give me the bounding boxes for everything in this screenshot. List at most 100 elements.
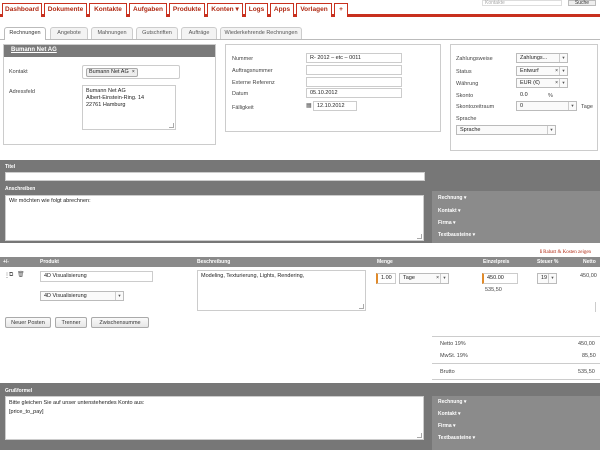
status-label: Status (456, 69, 472, 75)
tab-angebote[interactable]: Angebote (50, 27, 88, 39)
beschreibung-text: Modeling, Texturierung, Lights, Renderin… (201, 273, 305, 279)
produkt-select-value: 4D Visualisierung (44, 293, 87, 299)
menge-input[interactable]: 1.00 (376, 273, 396, 284)
contact-field[interactable]: Bumann Net AG × (82, 65, 180, 79)
nav-vorlagen[interactable]: Vorlagen (296, 3, 332, 17)
einheit-value: Tage (403, 275, 415, 281)
side-link-rechnung-2[interactable]: Rechnung ▾ (438, 399, 466, 405)
einzelpreis-input[interactable]: 450.00 (482, 273, 518, 284)
zahlungsweise-label: Zahlungsweise (456, 56, 493, 62)
produkt-input[interactable]: 4D Visualisierung (40, 271, 153, 282)
skonto-unit: % (548, 93, 553, 99)
brutto-total-label: Brutto (440, 369, 455, 375)
col-einzelpreis: Einzelpreis (483, 259, 510, 265)
resize-handle[interactable] (417, 234, 422, 239)
nav-dashboard[interactable]: Dashboard (2, 3, 42, 17)
resize-handle[interactable] (359, 304, 364, 309)
tab-gutschriften[interactable]: Gutschriften (136, 27, 178, 39)
nav-produkte[interactable]: Produkte (169, 3, 205, 17)
trash-icon[interactable]: 🗑 (17, 272, 25, 278)
sprache-value: Sprache (460, 127, 481, 133)
side-link-kontakt[interactable]: Kontakt ▾ (438, 208, 461, 214)
address-textarea[interactable]: Bumann Net AG Albert-Einstein-Ring. 14 2… (82, 85, 176, 130)
tab-mahnungen[interactable]: Mahnungen (91, 27, 133, 39)
top-nav: Dashboard Dokumente Kontakte Aufgaben Pr… (0, 0, 600, 19)
chevron-down-icon: ▼ (548, 274, 556, 283)
brutto-price: 535,50 (485, 287, 502, 293)
anschreiben-textarea[interactable]: Wir möchten wie folgt abrechnen: (5, 195, 424, 241)
address-label: Adressfeld (9, 89, 35, 95)
nav-apps[interactable]: Apps (270, 3, 294, 17)
skonto-input[interactable]: 0.0 (516, 90, 544, 100)
nav-logs[interactable]: Logs (245, 3, 268, 17)
copy-icon[interactable]: ⧉ (9, 272, 13, 278)
side-link-textbausteine-2[interactable]: Textbausteine ▾ (438, 435, 475, 441)
payment-panel: Zahlungsweise Zahlungs... ▼ Status Entwur… (450, 44, 598, 151)
skontozeitraum-value: 0 (520, 103, 524, 109)
contact-label: Kontakt (9, 69, 28, 75)
tab-auftraege[interactable]: Aufträge (181, 27, 217, 39)
nav-kontakte[interactable]: Kontakte (89, 3, 127, 17)
chevron-down-icon: ▼ (559, 54, 567, 62)
produkt-select[interactable]: 4D Visualisierung ▼ (40, 291, 124, 301)
chevron-down-icon: ▼ (568, 102, 576, 110)
tab-wiederkehrende[interactable]: Wiederkehrende Rechnungen (220, 27, 302, 39)
address-line-1: Bumann Net AG (86, 88, 126, 94)
auftragsnummer-label: Auftragsnummer (232, 68, 273, 74)
side-link-firma-2[interactable]: Firma ▾ (438, 423, 456, 429)
waehrung-label: Währung (456, 81, 479, 87)
neuer-posten-button[interactable]: Neuer Posten (5, 317, 51, 328)
status-select[interactable]: Entwurf × ▼ (516, 66, 568, 76)
side-link-textbausteine[interactable]: Textbausteine ▾ (438, 232, 475, 238)
titel-input[interactable] (5, 172, 425, 181)
clear-icon[interactable]: × (436, 274, 439, 282)
mwst-value: 85,50 (582, 353, 596, 359)
steuer-select[interactable]: 19 ▼ (537, 273, 557, 284)
nummer-input[interactable]: R- 2012 – etc – 0011 (306, 53, 402, 63)
zahlungsweise-select[interactable]: Zahlungs... ▼ (516, 53, 568, 63)
nav-dokumente[interactable]: Dokumente (44, 3, 87, 17)
faelligkeit-label: Fälligkeit (232, 105, 254, 111)
faelligkeit-input[interactable]: 12.10.2012 (313, 101, 357, 111)
clear-icon[interactable]: × (555, 67, 558, 75)
contact-title[interactable]: Bumann Net AG (11, 47, 57, 53)
side-link-rechnung[interactable]: Rechnung ▾ (438, 195, 466, 201)
clear-icon[interactable]: × (555, 79, 558, 87)
grussformel-line-2: [price_to_pay] (9, 409, 44, 415)
col-steuer: Steuer % (537, 259, 559, 265)
nav-add[interactable]: + (334, 3, 348, 17)
sprache-select[interactable]: Sprache ▼ (456, 125, 556, 135)
side-link-kontakt-2[interactable]: Kontakt ▾ (438, 411, 461, 417)
remove-token-icon[interactable]: × (132, 69, 135, 76)
calendar-icon[interactable]: ▦ (306, 103, 312, 109)
waehrung-select[interactable]: EUR (€) × ▼ (516, 78, 568, 88)
auftragsnummer-input[interactable] (306, 65, 402, 75)
skonto-label: Skonto (456, 93, 474, 99)
search-input[interactable]: Kontakte (482, 0, 562, 6)
sprache-label: Sprache (456, 116, 477, 122)
col-beschreibung: Beschreibung (197, 259, 231, 265)
trenner-button[interactable]: Trenner (55, 317, 87, 328)
side-link-firma[interactable]: Firma ▾ (438, 220, 456, 226)
datum-input[interactable]: 05.10.2012 (306, 88, 402, 98)
resize-handle[interactable] (169, 123, 174, 128)
rabatt-link[interactable]: ℹ Rabatt & Kosten zeigen (540, 249, 591, 255)
col-menge: Menge (377, 259, 393, 265)
beschreibung-textarea[interactable]: Modeling, Texturierung, Lights, Renderin… (197, 270, 366, 311)
datum-label: Datum (232, 91, 249, 97)
netto-total-value: 450,00 (578, 341, 595, 347)
skontozeitraum-select[interactable]: 0 ▼ (516, 101, 577, 111)
grussformel-textarea[interactable]: Bitte gleichen Sie auf unser untenstehen… (5, 396, 424, 440)
resize-handle[interactable] (417, 433, 422, 438)
nav-konten[interactable]: Konten ▾ (207, 3, 243, 17)
zwischensumme-button[interactable]: Zwischensumme (91, 317, 149, 328)
anschreiben-text: Wir möchten wie folgt abrechnen: (9, 198, 91, 204)
tab-rechnungen[interactable]: Rechnungen (4, 27, 46, 40)
address-line-2: Albert-Einstein-Ring. 14 (86, 95, 145, 101)
extref-input[interactable] (306, 77, 402, 87)
chevron-down-icon: ▼ (115, 292, 123, 300)
einheit-select[interactable]: Tage × ▼ (399, 273, 449, 284)
col-produkt: Produkt (40, 259, 59, 265)
search-button[interactable]: Suche (568, 0, 596, 6)
nav-aufgaben[interactable]: Aufgaben (129, 3, 167, 17)
